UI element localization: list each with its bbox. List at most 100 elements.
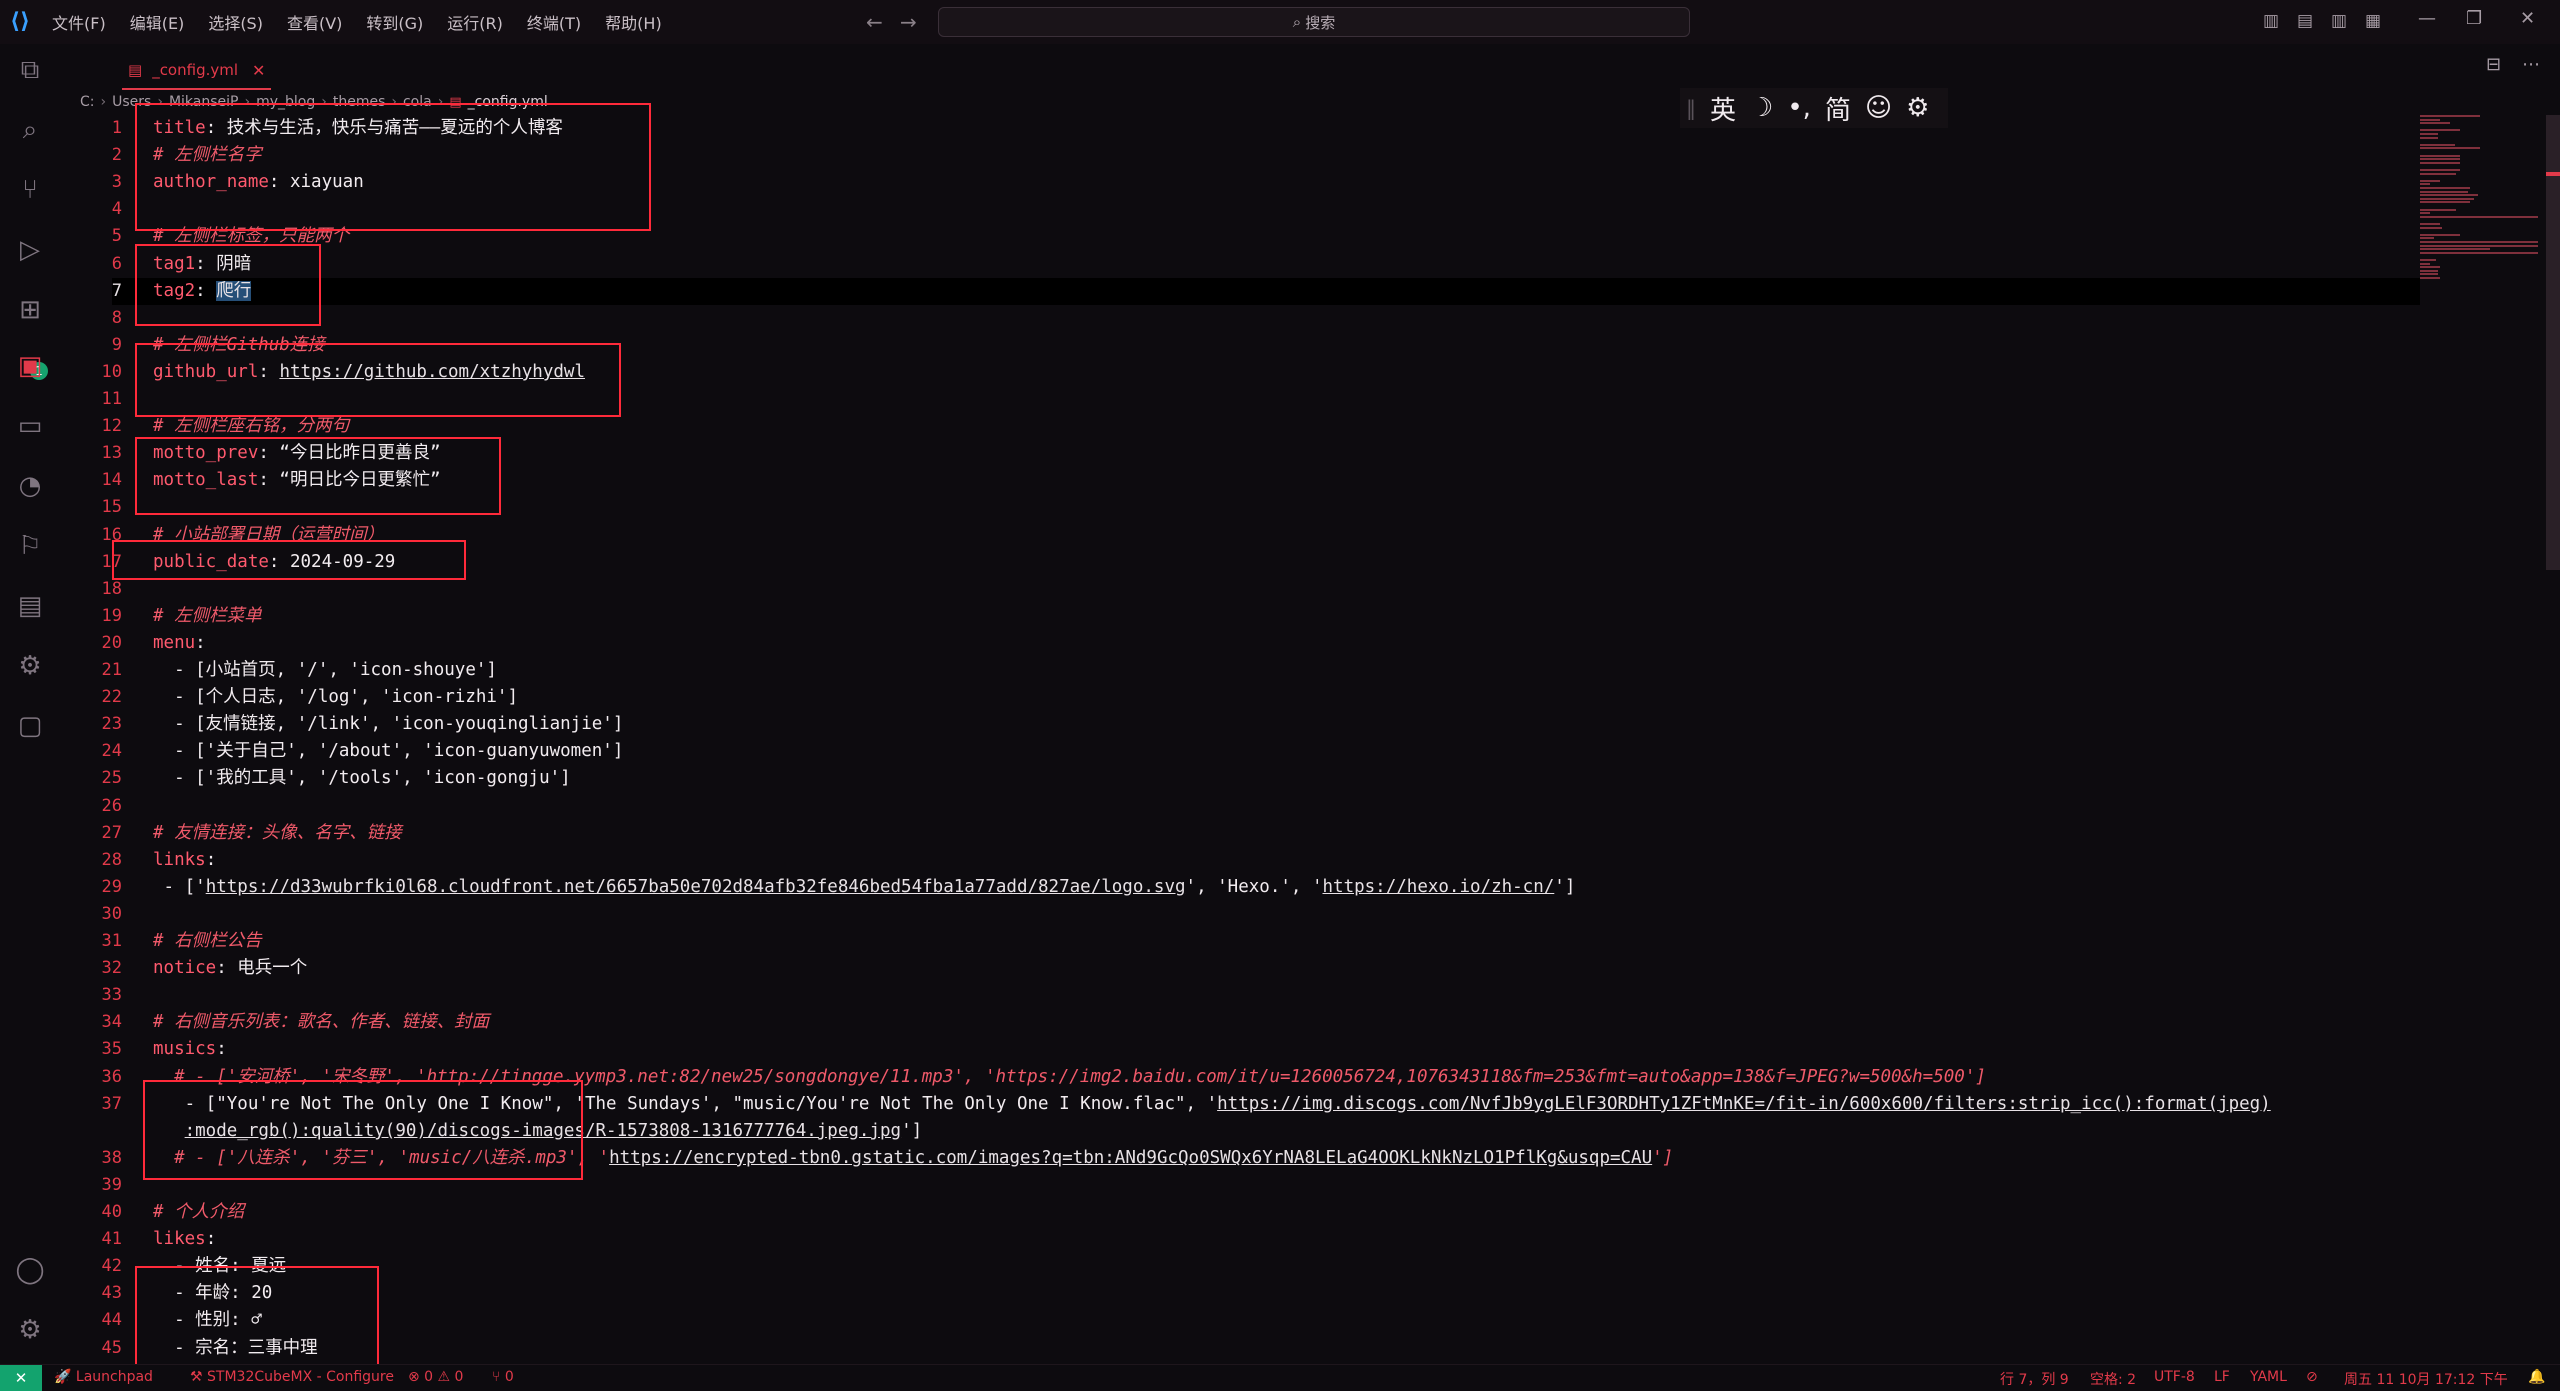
breadcrumb-drive[interactable]: C: bbox=[80, 94, 95, 110]
code-line[interactable]: 29 - ['https://d33wubrfki0l68.cloudfront… bbox=[60, 874, 2420, 901]
code-line[interactable]: 8 bbox=[60, 305, 2420, 332]
annotation-box-date bbox=[112, 540, 466, 580]
toggle-primary-sidebar-icon[interactable]: ▥ bbox=[2260, 11, 2282, 31]
code-line[interactable]: 32 notice: 电兵一个 bbox=[60, 955, 2420, 982]
code-line[interactable]: 12 # 左侧栏座右铭，分两句 bbox=[60, 413, 2420, 440]
line-number: 35 bbox=[101, 1039, 122, 1059]
minimize-icon[interactable]: — bbox=[2418, 8, 2436, 29]
code-text: # 左侧栏菜单 bbox=[153, 603, 262, 630]
minimap-line bbox=[2420, 241, 2538, 243]
more-actions-icon[interactable]: ⋯ bbox=[2522, 54, 2540, 75]
customize-layout-icon[interactable]: ▦ bbox=[2362, 11, 2384, 31]
line-number: 11 bbox=[101, 389, 122, 409]
accounts-icon[interactable]: ◯ bbox=[14, 1254, 46, 1286]
manage-gear-icon[interactable]: ⚙ bbox=[14, 1314, 46, 1346]
close-window-icon[interactable]: ✕ bbox=[2520, 8, 2535, 29]
line-number: 23 bbox=[101, 714, 122, 734]
encoding[interactable]: UTF-8 bbox=[2154, 1369, 2195, 1385]
code-line[interactable]: 28 links: bbox=[60, 847, 2420, 874]
launchpad-item[interactable]: 🚀 Launchpad bbox=[54, 1369, 153, 1385]
code-line[interactable]: 7 tag2: 爬行 bbox=[60, 278, 2420, 305]
code-line[interactable]: 41 likes: bbox=[60, 1226, 2420, 1253]
code-line[interactable]: 30 bbox=[60, 901, 2420, 928]
line-number: 41 bbox=[101, 1229, 122, 1249]
code-line[interactable]: 18 bbox=[60, 576, 2420, 603]
command-search-box[interactable]: ⌕ 搜索 bbox=[938, 7, 1690, 37]
code-line[interactable]: 20 menu: bbox=[60, 630, 2420, 657]
code-line[interactable]: 35 musics: bbox=[60, 1036, 2420, 1063]
line-number: 38 bbox=[101, 1148, 122, 1168]
close-tab-icon[interactable]: ✕ bbox=[252, 61, 265, 80]
menu-file[interactable]: 文件(F) bbox=[52, 10, 106, 34]
code-line[interactable]: 45 - 宗名：三事中理 bbox=[60, 1335, 2420, 1358]
forward-arrow-icon[interactable]: → bbox=[900, 10, 917, 34]
cursor-position[interactable]: 行 7，列 9 bbox=[2000, 1369, 2069, 1389]
code-line[interactable]: 44 - 性别: ♂ bbox=[60, 1307, 2420, 1334]
remote-indicator[interactable]: ✕ bbox=[0, 1365, 42, 1391]
yaml-file-icon: ▤ bbox=[128, 61, 143, 79]
code-line[interactable]: 25 - ['我的工具', '/tools', 'icon-gongju'] bbox=[60, 765, 2420, 792]
code-line[interactable]: 22 - [个人日志, '/log', 'icon-rizhi'] bbox=[60, 684, 2420, 711]
url-link[interactable]: https://hexo.io/zh-cn/ bbox=[1323, 877, 1555, 897]
code-line[interactable]: 23 - [友情链接, '/link', 'icon-youqinglianji… bbox=[60, 711, 2420, 738]
yaml-comment: '] bbox=[1652, 1148, 1674, 1168]
yaml-comment: # 左侧栏菜单 bbox=[153, 606, 262, 626]
git-graph-icon[interactable]: ◔ bbox=[14, 470, 46, 502]
code-text: - [个人日志, '/log', 'icon-rizhi'] bbox=[153, 684, 518, 711]
search-view-icon[interactable]: ⌕ bbox=[14, 114, 46, 146]
menu-view[interactable]: 查看(V) bbox=[287, 10, 342, 34]
code-line[interactable]: 43 - 年龄: 20 bbox=[60, 1280, 2420, 1307]
code-line[interactable]: 42 - 姓名: 夏远 bbox=[60, 1253, 2420, 1280]
code-line[interactable]: 40 # 个人介绍 bbox=[60, 1199, 2420, 1226]
menu-run[interactable]: 运行(R) bbox=[447, 10, 503, 34]
toggle-secondary-sidebar-icon[interactable]: ▥ bbox=[2328, 11, 2350, 31]
bell-icon[interactable]: 🔔 bbox=[2528, 1369, 2545, 1385]
minimap-line bbox=[2420, 237, 2434, 240]
menu-go[interactable]: 转到(G) bbox=[366, 10, 423, 34]
code-line[interactable]: 19 # 左侧栏菜单 bbox=[60, 603, 2420, 630]
docker-icon[interactable]: ⚙ bbox=[14, 650, 46, 682]
code-line[interactable]: 21 - [小站首页, '/', 'icon-shouye'] bbox=[60, 657, 2420, 684]
chip-icon[interactable]: ▣ bbox=[14, 350, 46, 382]
code-line[interactable]: 31 # 右侧栏公告 bbox=[60, 928, 2420, 955]
menu-terminal[interactable]: 终端(T) bbox=[527, 10, 581, 34]
language-mode[interactable]: YAML bbox=[2250, 1369, 2287, 1385]
code-line[interactable]: 27 # 友情连接：头像、名字、链接 bbox=[60, 820, 2420, 847]
code-line[interactable]: 26 bbox=[60, 793, 2420, 820]
line-number: 44 bbox=[101, 1310, 122, 1330]
minimap-line bbox=[2420, 251, 2538, 254]
indentation[interactable]: 空格: 2 bbox=[2090, 1369, 2136, 1389]
line-ending[interactable]: LF bbox=[2214, 1369, 2230, 1385]
explorer-icon[interactable]: ⧉ bbox=[14, 54, 46, 86]
project-manager-icon[interactable]: ▤ bbox=[14, 590, 46, 622]
ports-item[interactable]: ⑂ 0 bbox=[492, 1369, 514, 1385]
menu-edit[interactable]: 编辑(E) bbox=[130, 10, 185, 34]
restore-icon[interactable]: ❐ bbox=[2466, 8, 2482, 29]
bookmark-icon[interactable]: ⚐ bbox=[14, 530, 46, 562]
run-debug-icon[interactable]: ▷ bbox=[14, 234, 46, 266]
chat-icon[interactable]: ▢ bbox=[14, 710, 46, 742]
stm32-item[interactable]: ⚒ STM32CubeMX - Configure bbox=[190, 1369, 394, 1385]
tab-config-yml[interactable]: ▤ _config.yml ✕ bbox=[122, 52, 272, 90]
url-link[interactable]: https://d33wubrfki0l68.cloudfront.net/66… bbox=[206, 877, 1186, 897]
code-line[interactable]: 24 - ['关于自己', '/about', 'icon-guanyuwome… bbox=[60, 738, 2420, 765]
menu-selection[interactable]: 选择(S) bbox=[208, 10, 263, 34]
source-control-icon[interactable]: ⑂ bbox=[14, 174, 46, 206]
back-arrow-icon[interactable]: ← bbox=[866, 10, 883, 34]
menu-help[interactable]: 帮助(H) bbox=[605, 10, 662, 34]
url-link[interactable]: https://img.discogs.com/NvfJb9ygLElF3ORD… bbox=[1217, 1094, 2271, 1114]
toggle-panel-icon[interactable]: ▤ bbox=[2294, 11, 2316, 31]
minimap-line bbox=[2420, 172, 2456, 175]
url-link[interactable]: https://encrypted-tbn0.gstatic.com/image… bbox=[609, 1148, 1652, 1168]
code-line[interactable]: 6 tag1: 阴暗 bbox=[60, 251, 2420, 278]
extensions-icon[interactable]: ⊞ bbox=[14, 294, 46, 326]
remote-explorer-icon[interactable]: ▭ bbox=[14, 410, 46, 442]
split-editor-icon[interactable]: ⊟ bbox=[2486, 54, 2501, 75]
notify-off-icon[interactable]: ⊘ bbox=[2306, 1369, 2318, 1385]
code-line[interactable]: 33 bbox=[60, 982, 2420, 1009]
minimap[interactable] bbox=[2420, 115, 2542, 295]
code-line[interactable]: 34 # 右侧音乐列表：歌名、作者、链接、封面 bbox=[60, 1009, 2420, 1036]
vertical-scrollbar[interactable] bbox=[2546, 115, 2560, 570]
problems-item[interactable]: ⊗ 0 ⚠ 0 bbox=[408, 1369, 463, 1385]
scrollbar-marker bbox=[2546, 172, 2560, 176]
